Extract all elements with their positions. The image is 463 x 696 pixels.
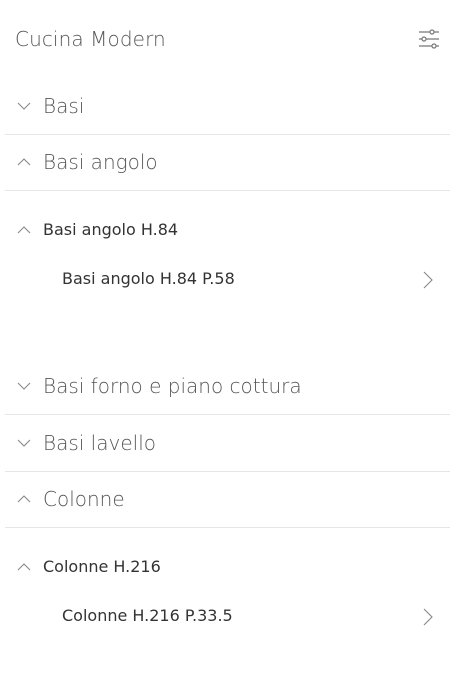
item-colonne-h216-p335[interactable]: Colonne H.216 P.33.5 [5,597,450,637]
chevron-up-icon [17,223,31,237]
category-label: Basi lavello [43,431,156,455]
header: Cucina Modern [0,0,463,80]
chevron-down-icon [17,379,31,393]
group-basi-angolo-h84[interactable]: Basi angolo H.84 [5,210,450,250]
chevron-right-icon [420,271,434,289]
filter-button[interactable] [417,27,441,51]
category-basi-angolo[interactable]: Basi angolo [5,134,450,191]
group-colonne-h216[interactable]: Colonne H.216 [5,547,450,587]
item-basi-angolo-h84-p58[interactable]: Basi angolo H.84 P.58 [5,260,450,300]
item-label: Colonne H.216 P.33.5 [62,606,233,625]
category-basi[interactable]: Basi [5,78,450,135]
category-colonne[interactable]: Colonne [5,471,450,528]
category-label: Basi forno e piano cottura [43,374,302,398]
chevron-up-icon [17,560,31,574]
group-label: Basi angolo H.84 [43,220,179,239]
category-label: Basi angolo [43,150,158,174]
category-label: Colonne [43,487,125,511]
category-basi-lavello[interactable]: Basi lavello [5,415,450,472]
chevron-up-icon [17,492,31,506]
category-label: Basi [43,94,85,118]
category-basi-forno[interactable]: Basi forno e piano cottura [5,358,450,415]
page-title: Cucina Modern [15,27,166,51]
chevron-down-icon [17,99,31,113]
chevron-down-icon [17,436,31,450]
sliders-icon [417,27,441,51]
item-label: Basi angolo H.84 P.58 [62,269,235,288]
chevron-right-icon [420,608,434,626]
chevron-up-icon [17,155,31,169]
group-label: Colonne H.216 [43,557,161,576]
